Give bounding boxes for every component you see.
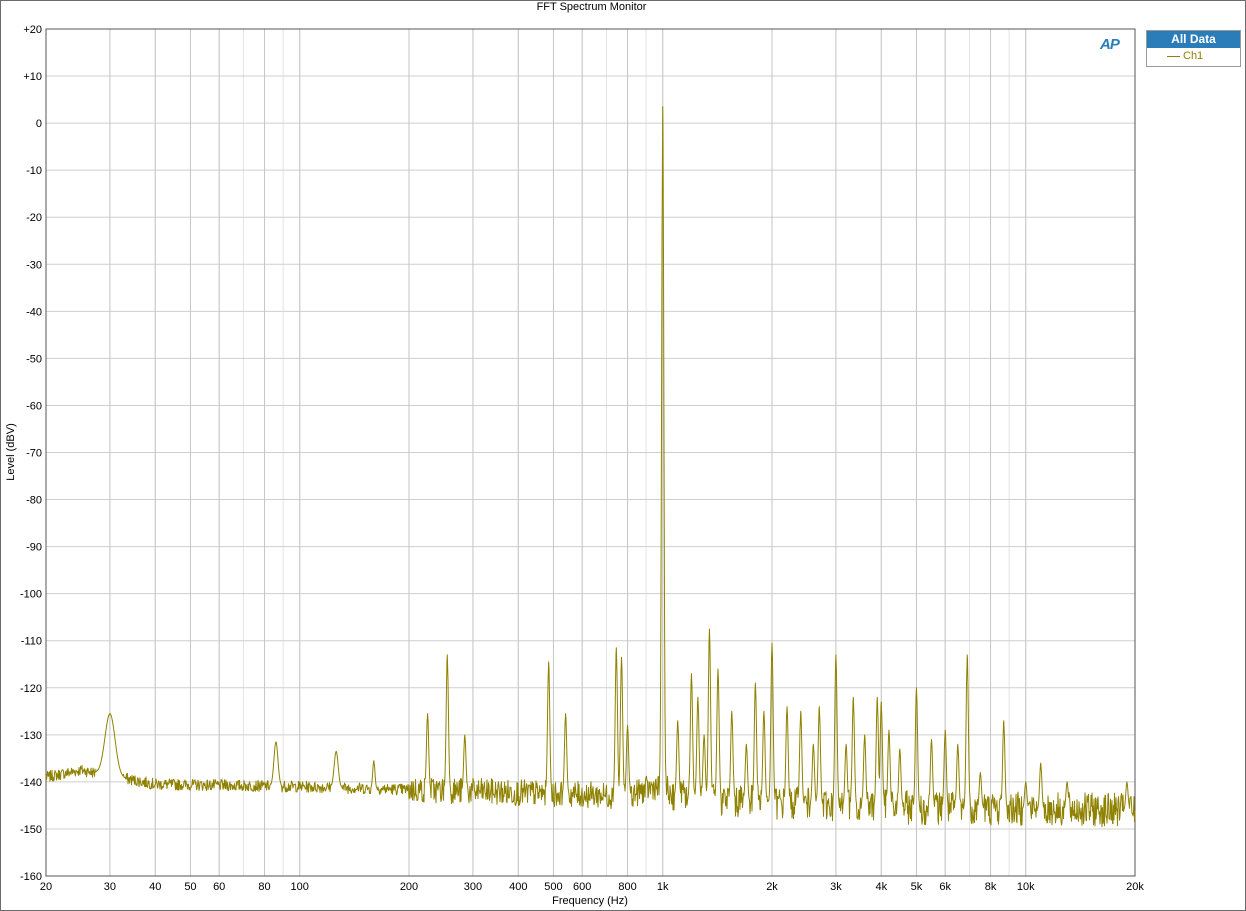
- x-tick-label: 20: [40, 881, 52, 893]
- y-tick-label: -40: [26, 306, 42, 318]
- legend-swatch-icon: [1167, 56, 1180, 57]
- y-tick-label: -50: [26, 353, 42, 365]
- legend-label: Ch1: [1183, 50, 1204, 62]
- x-axis-tick-labels: 20 30 40 50 60 80 100 200 300 400 500 600 800 1k 2k 3k 4…: [40, 881, 1144, 893]
- y-tick-label: +20: [23, 24, 42, 36]
- x-tick-label: 80: [258, 881, 270, 893]
- x-tick-label: 100: [291, 881, 309, 893]
- y-tick-label: -20: [26, 212, 42, 224]
- x-tick-label: 2k: [766, 881, 778, 893]
- y-tick-label: -150: [20, 824, 42, 836]
- x-tick-label: 50: [184, 881, 196, 893]
- y-tick-label: -70: [26, 448, 42, 460]
- y-tick-label: -90: [26, 542, 42, 554]
- x-tick-label: 1k: [657, 881, 669, 893]
- legend-header[interactable]: All Data: [1147, 31, 1240, 48]
- x-tick-label: 200: [400, 881, 418, 893]
- x-tick-label: 4k: [875, 881, 887, 893]
- y-tick-label: -60: [26, 400, 42, 412]
- y-tick-label: -120: [20, 683, 42, 695]
- x-tick-label: 3k: [830, 881, 842, 893]
- x-tick-label: 60: [213, 881, 225, 893]
- y-tick-label: -140: [20, 777, 42, 789]
- x-tick-label: 8k: [985, 881, 997, 893]
- x-axis-label: Frequency (Hz): [552, 895, 628, 907]
- y-tick-label: -100: [20, 589, 42, 601]
- legend[interactable]: All Data Ch1: [1146, 30, 1241, 67]
- y-tick-label: -10: [26, 165, 42, 177]
- x-tick-label: 10k: [1017, 881, 1035, 893]
- x-tick-label: 800: [618, 881, 636, 893]
- y-axis-tick-labels: +20 +10 0 -10 -20 -30 -40 -50 -60 -70 -80 -90 -100 -1…: [20, 24, 42, 883]
- y-tick-label: -160: [20, 871, 42, 883]
- y-tick-label: 0: [36, 118, 42, 130]
- x-tick-label: 30: [104, 881, 116, 893]
- x-tick-label: 400: [509, 881, 527, 893]
- x-tick-label: 300: [464, 881, 482, 893]
- x-tick-label: 20k: [1126, 881, 1144, 893]
- y-tick-label: -30: [26, 259, 42, 271]
- x-tick-label: 40: [149, 881, 161, 893]
- x-tick-label: 6k: [939, 881, 951, 893]
- legend-entry-ch1[interactable]: Ch1: [1147, 48, 1240, 66]
- x-tick-label: 500: [544, 881, 562, 893]
- x-tick-label: 5k: [911, 881, 923, 893]
- x-tick-label: 600: [573, 881, 591, 893]
- y-tick-label: -130: [20, 730, 42, 742]
- fft-spectrum-chart[interactable]: +20 +10 0 -10 -20 -30 -40 -50 -60 -70 -80 -90 -100 -1…: [0, 0, 1246, 911]
- major-gridlines: [45, 28, 1136, 877]
- ap-logo-icon: AP: [1100, 36, 1120, 53]
- y-tick-label: +10: [23, 71, 42, 83]
- y-tick-label: -110: [21, 636, 42, 648]
- y-axis-label: Level (dBV): [5, 423, 17, 480]
- series-line-ch1: [45, 106, 1136, 828]
- y-tick-label: -80: [26, 495, 42, 507]
